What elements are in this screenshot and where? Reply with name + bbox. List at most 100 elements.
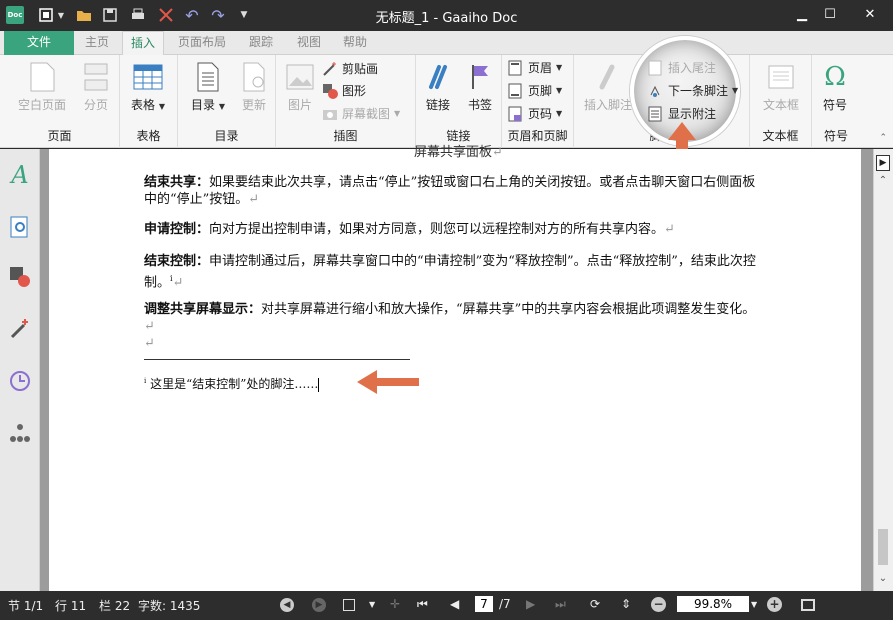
tab-view[interactable]: 视图 <box>288 31 330 55</box>
group-label: 插图 <box>333 129 358 143</box>
section-indicator: 节 1/1 <box>8 599 44 613</box>
minimize-button[interactable]: ▁ <box>790 4 814 26</box>
status-bar: 节 1/1 行 11 栏 22 字数: 1435 ◀ ▶ ▼ ✛ ⏮ ◀ 7 /… <box>0 591 893 620</box>
omega-icon: Ω <box>824 62 846 92</box>
zoom-in-icon[interactable]: + <box>767 597 782 612</box>
close-button[interactable]: ✕ <box>858 4 882 26</box>
page-break-button[interactable]: 分页 <box>70 61 122 113</box>
next-page-icon[interactable]: ▶ <box>526 597 535 611</box>
page-number-button[interactable]: 页码 ▼ <box>508 104 562 124</box>
shape-button[interactable]: 图形 <box>322 81 366 101</box>
fit-page-icon[interactable]: ⇕ <box>621 597 631 611</box>
paragraph-adjust-display: 调整共享屏幕显示：对共享屏幕进行缩小和放大操作，“屏幕共享”中的共享内容会根据此… <box>144 302 756 334</box>
footer-button[interactable]: 页脚 ▼ <box>508 81 562 101</box>
symbol-button[interactable]: Ω 符号 <box>812 61 858 113</box>
page-view-icon[interactable] <box>343 599 355 611</box>
first-page-icon[interactable]: ⏮ <box>417 597 428 612</box>
prev-page-icon[interactable]: ◀ <box>450 597 459 611</box>
show-notes-icon <box>648 106 664 122</box>
bookmark-button[interactable]: 书签 <box>458 61 502 113</box>
hierarchy-icon[interactable] <box>8 421 32 445</box>
scroll-up-arrow-icon[interactable]: ⌃ <box>876 175 890 186</box>
group-illustration: 图片 剪贴画 图形 屏幕截图 ▼ 插图 <box>276 55 416 148</box>
group-table: 表格 ▼ 表格 <box>120 55 178 148</box>
font-style-icon[interactable]: A <box>8 161 32 189</box>
footnote-separator <box>144 359 410 360</box>
page-input[interactable]: 7 <box>475 596 493 612</box>
scroll-thumb[interactable] <box>878 529 888 565</box>
group-header-footer: 页眉 ▼ 页脚 ▼ 页码 ▼ 页眉和页脚 <box>502 55 574 148</box>
find-icon[interactable] <box>8 215 32 239</box>
header-icon <box>508 60 524 76</box>
maximize-button[interactable]: ☐ <box>818 4 842 26</box>
line-indicator: 行 11 <box>55 599 87 613</box>
magic-wand-icon[interactable] <box>8 317 32 341</box>
group-label: 目录 <box>214 129 239 143</box>
table-button[interactable]: 表格 ▼ <box>124 61 172 113</box>
footer-icon <box>508 83 524 99</box>
shape-icon <box>322 83 338 99</box>
document-area: 屏幕共享面板↵ 结束共享：如果要结束此次共享，请点击“停止”按钮或窗口右上角的关… <box>40 145 873 591</box>
scroll-right-arrow-icon[interactable]: ▶ <box>876 155 890 171</box>
scroll-down-arrow-icon[interactable]: ⌄ <box>876 573 890 584</box>
left-sidebar: A <box>0 149 40 591</box>
group-toc: 目录 ▼ 更新 目录 <box>178 55 276 148</box>
update-toc-button[interactable]: 更新 <box>234 61 274 113</box>
vertical-scrollbar[interactable]: ▶ ⌃ ⌄ <box>873 149 893 591</box>
page-view-dropdown-icon[interactable]: ▼ <box>369 600 375 609</box>
last-page-icon[interactable]: ⏭ <box>555 597 566 612</box>
textbox-button[interactable]: 文本框 <box>752 61 810 113</box>
magic-wand-icon <box>322 61 338 77</box>
tab-home[interactable]: 主页 <box>78 31 116 55</box>
shapes-icon[interactable] <box>8 265 32 289</box>
blank-page-button[interactable]: 空白页面 <box>12 61 72 113</box>
group-links: 链接 书签 链接 <box>416 55 502 148</box>
group-page: 空白页面 分页 页面 <box>0 55 120 148</box>
back-icon[interactable]: ◀ <box>280 598 294 612</box>
tab-track[interactable]: 跟踪 <box>240 31 282 55</box>
history-icon[interactable] <box>8 369 32 393</box>
group-symbol: Ω 符号 符号 <box>812 55 860 148</box>
screenshot-button[interactable]: 屏幕截图 ▼ <box>322 104 400 124</box>
zoom-input[interactable]: 99.8% <box>677 596 749 612</box>
picture-button[interactable]: 图片 <box>280 61 320 113</box>
document-page[interactable]: 屏幕共享面板↵ 结束共享：如果要结束此次共享，请点击“停止”按钮或窗口右上角的关… <box>49 145 861 591</box>
zoom-dropdown-icon[interactable]: ▼ <box>751 600 757 609</box>
ribbon: 空白页面 分页 页面 表格 ▼ 表格 目录 ▼ 更新 目录 图片 剪贴画 图形 … <box>0 55 893 148</box>
next-footnote-icon <box>648 83 664 99</box>
title-bar: Doc ▼ ↶ ↷ ▼ 无标题_1 - Gaaiho Doc ▁ ☐ ✕ <box>0 0 893 31</box>
group-label: 文本框 <box>762 129 799 143</box>
partial-heading: 屏幕共享面板↵ <box>414 145 503 160</box>
group-label: 表格 <box>136 129 161 143</box>
endnote-icon <box>648 60 664 76</box>
insert-endnote-button[interactable]: 插入尾注 <box>648 58 716 78</box>
zoom-out-icon[interactable]: − <box>651 597 666 612</box>
link-button[interactable]: 链接 <box>416 61 460 113</box>
tab-help[interactable]: 帮助 <box>334 31 376 55</box>
group-textbox: 文本框 文本框 <box>750 55 812 148</box>
text-cursor <box>318 377 320 392</box>
toc-button[interactable]: 目录 ▼ <box>182 61 234 113</box>
fit-icon[interactable]: ✛ <box>390 597 400 611</box>
empty-paragraph: ↵ <box>144 336 155 351</box>
tab-page-layout[interactable]: 页面布局 <box>170 31 234 55</box>
group-label: 符号 <box>823 129 848 143</box>
next-footnote-button[interactable]: 下一条脚注 ▼ <box>648 81 738 101</box>
tab-insert[interactable]: 插入 <box>122 31 164 56</box>
annotation-arrow-left <box>357 370 419 394</box>
ribbon-tabs: 文件 主页 插入 页面布局 跟踪 视图 帮助 <box>0 31 893 56</box>
clipart-button[interactable]: 剪贴画 <box>322 59 378 79</box>
camera-icon <box>322 106 338 122</box>
tab-file[interactable]: 文件 <box>4 31 74 55</box>
insert-footnote-button[interactable]: 插入脚注 <box>580 61 636 113</box>
word-count: 字数: 1435 <box>138 599 201 613</box>
footnote-text[interactable]: i 这里是“结束控制”处的脚注…… <box>144 373 764 393</box>
page-number-icon <box>508 106 524 122</box>
ribbon-collapse-icon[interactable]: ⌃ <box>879 133 887 143</box>
fullscreen-icon[interactable] <box>801 599 815 611</box>
forward-icon[interactable]: ▶ <box>312 598 326 612</box>
rotate-icon[interactable]: ⟳ <box>590 597 600 611</box>
paragraph-end-control: 结束控制：申请控制通过后，屏幕共享窗口中的“申请控制”变为“释放控制”。点击“释… <box>144 254 756 291</box>
header-button[interactable]: 页眉 ▼ <box>508 58 562 78</box>
group-label: 页眉和页脚 <box>507 129 568 143</box>
